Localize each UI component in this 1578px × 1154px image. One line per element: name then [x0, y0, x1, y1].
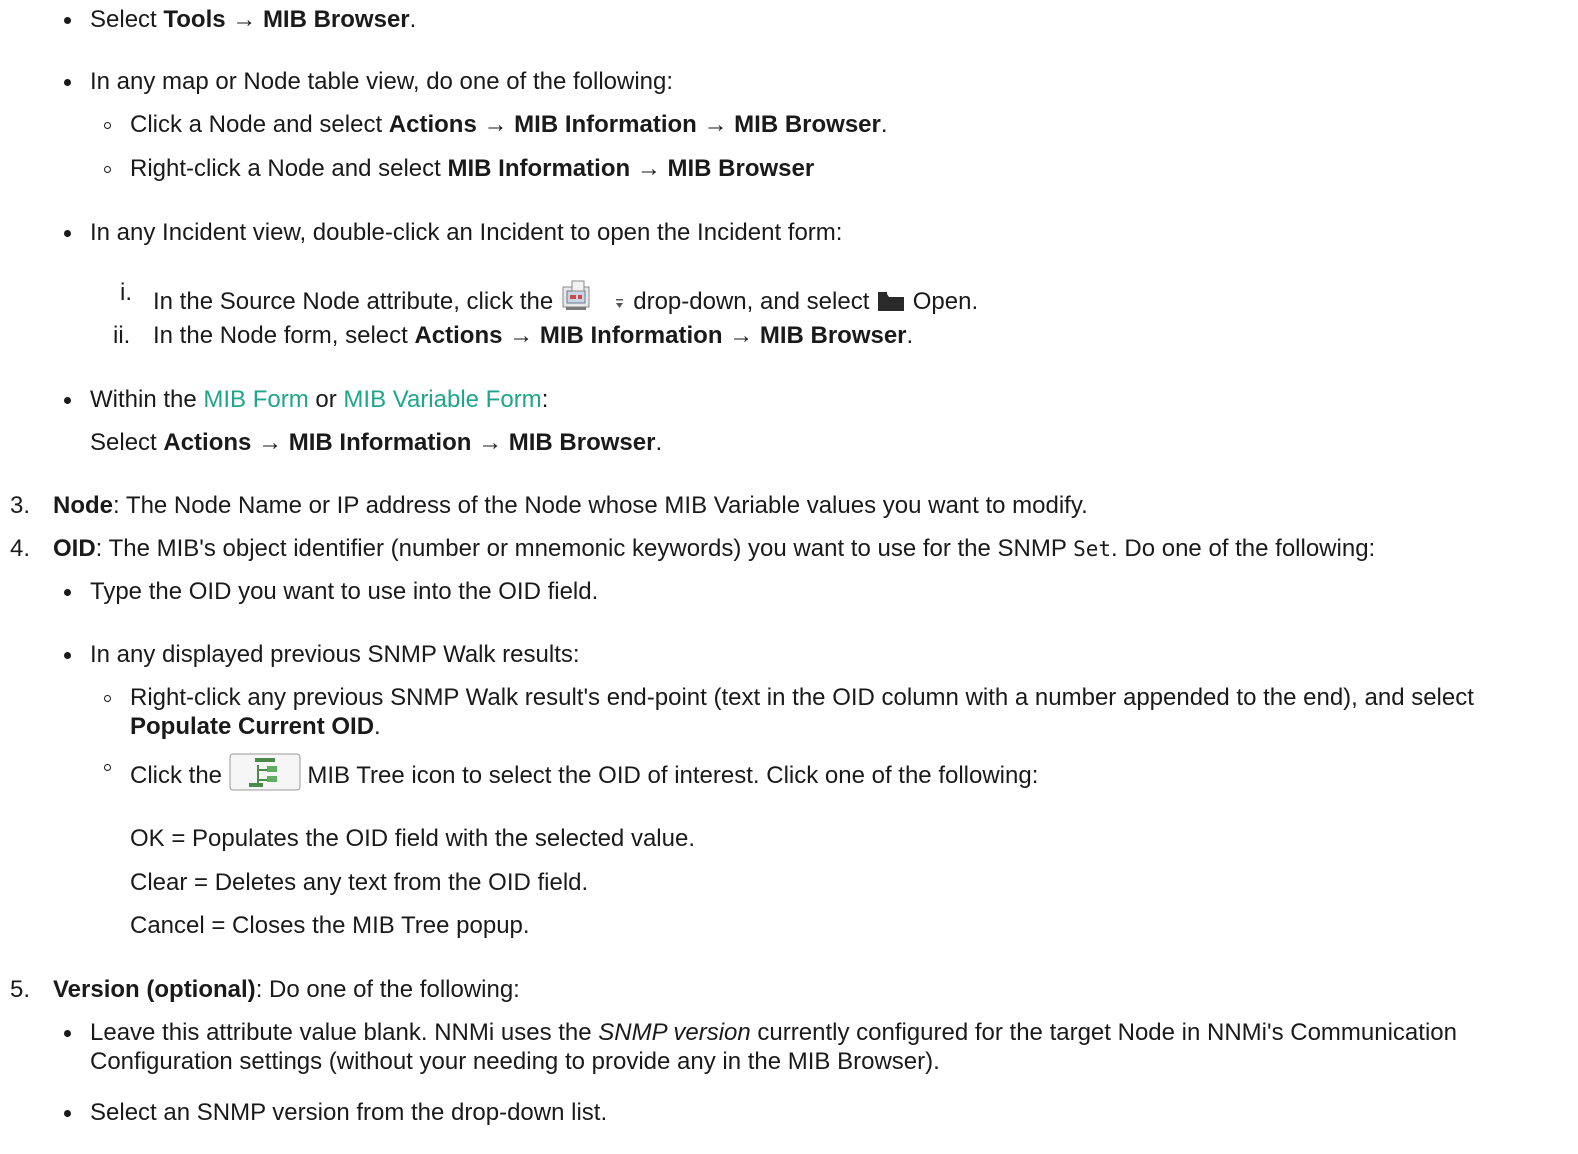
list-item-walk-results: In any displayed previous SNMP Walk resu… [90, 641, 580, 668]
mib-form-link[interactable]: MIB Form [203, 386, 308, 413]
sub-bullet [104, 122, 111, 129]
mib-tree-icon[interactable] [229, 753, 301, 798]
ok-description: OK = Populates the OID field with the se… [130, 825, 695, 852]
step-number: 3. [10, 492, 31, 519]
list-item-right-click-walk: Right-click any previous SNMP Walk resul… [130, 684, 1474, 711]
select-actions-line: Select Actions → MIB Information → MIB B… [90, 429, 663, 456]
bullet [64, 230, 71, 237]
list-item-right-click-node: Right-click a Node and select MIB Inform… [130, 155, 815, 182]
sub-bullet [104, 764, 111, 771]
list-item-type-oid: Type the OID you want to use into the OI… [90, 578, 599, 605]
bullet [64, 1030, 71, 1037]
list-item-map-view: In any map or Node table view, do one of… [90, 68, 674, 95]
step-number: 4. [10, 535, 31, 562]
bullet [64, 397, 71, 404]
list-item-leave-blank-line2: Configuration settings (without your nee… [90, 1048, 940, 1075]
bullet [64, 1110, 71, 1117]
step-marker: ii. [113, 322, 131, 349]
list-item-mib-tree: Click the MIB Tree icon to select the OI… [130, 753, 1038, 798]
bullet [64, 589, 71, 596]
folder-icon [876, 289, 906, 320]
list-item-select-snmp: Select an SNMP version from the drop-dow… [90, 1099, 608, 1126]
populate-current-oid: Populate Current OID. [130, 713, 381, 740]
mib-variable-form-link[interactable]: MIB Variable Form [343, 386, 541, 413]
step-marker: i. [120, 279, 132, 306]
bullet [64, 17, 71, 24]
sub-bullet [104, 166, 111, 173]
node-lookup-icon[interactable] [560, 279, 604, 320]
cancel-description: Cancel = Closes the MIB Tree popup. [130, 912, 530, 939]
list-item-within-forms: Within the MIB Form or MIB Variable Form… [90, 386, 549, 413]
step-ii: In the Node form, select Actions → MIB I… [153, 322, 914, 349]
list-item-leave-blank: Leave this attribute value blank. NNMi u… [90, 1019, 1457, 1046]
list-item-click-node: Click a Node and select Actions → MIB In… [130, 111, 888, 138]
bullet [64, 79, 71, 86]
step-number: 5. [10, 976, 31, 1003]
version-description: Version (optional): Do one of the follow… [53, 976, 520, 1003]
dropdown-arrow-icon[interactable] [611, 292, 627, 320]
step-i: In the Source Node attribute, click the … [153, 279, 978, 320]
list-item-incident-view: In any Incident view, double-click an In… [90, 219, 843, 246]
bullet [64, 652, 71, 659]
node-description: Node: The Node Name or IP address of the… [53, 492, 1088, 519]
sub-bullet [104, 695, 111, 702]
list-item-tools: Select Tools → MIB Browser. [90, 6, 417, 33]
clear-description: Clear = Deletes any text from the OID fi… [130, 869, 589, 896]
oid-description: OID: The MIB's object identifier (number… [53, 535, 1376, 562]
